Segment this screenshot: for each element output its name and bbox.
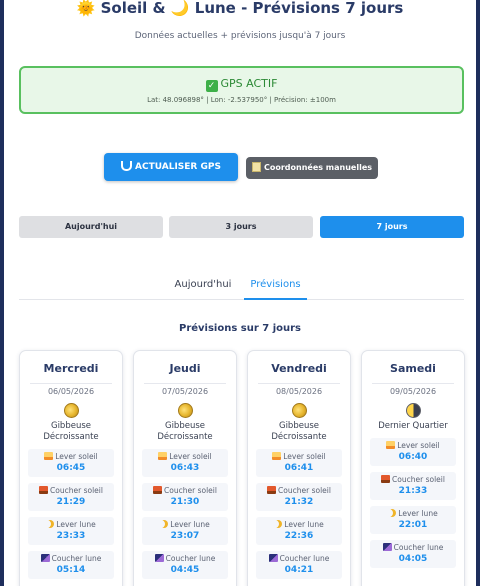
active-tab-indicator xyxy=(244,298,307,300)
moon-phase-icon xyxy=(63,403,79,418)
card-date: 09/05/2026 xyxy=(389,387,437,396)
moonrise-stat: Lever lune 22:01 xyxy=(370,506,456,534)
moonset-value: 04:21 xyxy=(284,565,314,575)
sunset-icon xyxy=(381,475,391,483)
title-part-2: Lune - Prévisions 7 jours xyxy=(194,0,404,17)
forecast-title: Prévisions sur 7 jours xyxy=(178,323,302,334)
card-date: 08/05/2026 xyxy=(275,387,323,396)
sunrise-value: 06:40 xyxy=(398,452,428,462)
moonset-stat: Coucher lune 04:05 xyxy=(370,540,456,568)
card-day: Samedi xyxy=(390,362,436,375)
sunrise-stat: Lever soleil 06:41 xyxy=(256,449,342,477)
sunset-icon xyxy=(39,486,49,494)
refresh-icon xyxy=(121,161,133,171)
card-date: 07/05/2026 xyxy=(161,387,209,396)
forecast-card: Vendredi 08/05/2026 Gibbeuse Décroissante… xyxy=(247,350,351,586)
note-icon xyxy=(251,162,261,172)
sunset-icon xyxy=(153,486,163,494)
sunset-stat: Coucher soleil 21:30 xyxy=(142,483,228,511)
page-title: 🌞 Soleil & 🌙 Lune - Prévisions 7 jours xyxy=(4,0,476,16)
sunset-stat: Coucher soleil 21:29 xyxy=(28,483,114,511)
moonset-icon xyxy=(40,554,50,562)
moonset-value: 04:05 xyxy=(398,554,428,564)
card-day: Jeudi xyxy=(169,362,201,375)
moonset-icon xyxy=(268,554,278,562)
sunset-stat: Coucher soleil 21:33 xyxy=(370,472,456,500)
tab-today[interactable]: Aujourd'hui xyxy=(168,278,238,292)
forecast-card: Mercredi 06/05/2026 Gibbeuse Décroissante… xyxy=(19,350,123,586)
manual-coordinates-button[interactable]: Coordonnées manuelles xyxy=(246,157,378,179)
title-part-1: Soleil & xyxy=(100,0,166,17)
moonrise-icon xyxy=(160,520,168,528)
card-day: Mercredi xyxy=(43,362,99,375)
moonset-stat: Coucher lune 04:45 xyxy=(142,551,228,579)
app-page: 🌞 Soleil & 🌙 Lune - Prévisions 7 jours D… xyxy=(4,0,476,586)
sunrise-value: 06:45 xyxy=(56,463,86,473)
moon-phase-label: Gibbeuse Décroissante xyxy=(157,421,213,442)
moon-phase-icon xyxy=(291,403,307,418)
moonset-stat: Coucher lune 04:21 xyxy=(256,551,342,579)
divider xyxy=(258,383,340,384)
moonrise-icon xyxy=(46,520,54,528)
sunset-value: 21:33 xyxy=(398,486,428,496)
sunrise-icon xyxy=(158,452,168,460)
range-7-days-button[interactable]: 7 jours xyxy=(320,216,464,238)
sunrise-stat: Lever soleil 06:43 xyxy=(142,449,228,477)
moonset-value: 05:14 xyxy=(56,565,86,575)
moonset-stat: Coucher lune 05:14 xyxy=(28,551,114,579)
sunset-value: 21:29 xyxy=(56,497,86,507)
gps-status-panel: ✓ GPS ACTIF Lat: 48.096898° | Lon: -2.537… xyxy=(19,66,464,114)
sun-icon: 🌞 xyxy=(76,0,96,17)
sunset-value: 21:30 xyxy=(170,497,200,507)
range-today-button[interactable]: Aujourd'hui xyxy=(19,216,163,238)
sunset-icon xyxy=(267,486,277,494)
moonset-icon xyxy=(154,554,164,562)
sunrise-icon xyxy=(44,452,54,460)
moonrise-value: 22:01 xyxy=(398,520,428,530)
moonrise-stat: Lever lune 23:07 xyxy=(142,517,228,545)
range-3-days-button[interactable]: 3 jours xyxy=(169,216,313,238)
moonrise-stat: Lever lune 23:33 xyxy=(28,517,114,545)
moonset-value: 04:45 xyxy=(170,565,200,575)
sunset-value: 21:32 xyxy=(284,497,314,507)
gps-coordinates: Lat: 48.096898° | Lon: -2.537950° | Préc… xyxy=(147,96,336,104)
card-day: Vendredi xyxy=(271,362,327,375)
moon-icon: 🌙 xyxy=(170,0,190,17)
moon-phase-label: Dernier Quartier xyxy=(378,421,448,431)
moonrise-icon xyxy=(274,520,282,528)
forecast-card: Jeudi 07/05/2026 Gibbeuse Décroissante Le… xyxy=(133,350,237,586)
moonrise-value: 23:33 xyxy=(56,531,86,541)
gps-status-text: GPS ACTIF xyxy=(220,77,278,90)
forecast-card: Samedi 09/05/2026 Dernier Quartier Lever… xyxy=(361,350,465,586)
refresh-gps-button[interactable]: ACTUALISER GPS xyxy=(104,153,238,181)
check-icon: ✓ xyxy=(205,80,218,92)
moonrise-value: 23:07 xyxy=(170,531,200,541)
sunrise-stat: Lever soleil 06:40 xyxy=(370,438,456,466)
moon-phase-label: Gibbeuse Décroissante xyxy=(43,421,99,442)
page-subtitle: Données actuelles + prévisions jusqu'à 7… xyxy=(134,31,346,41)
moon-phase-icon xyxy=(177,403,193,418)
tab-forecast[interactable]: Prévisions xyxy=(244,278,307,292)
sunrise-value: 06:43 xyxy=(170,463,200,473)
divider xyxy=(372,383,454,384)
sunset-stat: Coucher soleil 21:32 xyxy=(256,483,342,511)
sunrise-icon xyxy=(272,452,282,460)
moonrise-icon xyxy=(388,509,396,517)
sunrise-stat: Lever soleil 06:45 xyxy=(28,449,114,477)
divider xyxy=(30,383,112,384)
tab-divider xyxy=(19,299,464,300)
divider xyxy=(144,383,226,384)
sunrise-value: 06:41 xyxy=(284,463,314,473)
sunrise-icon xyxy=(386,441,396,449)
moon-phase-label: Gibbeuse Décroissante xyxy=(271,421,327,442)
card-date: 06/05/2026 xyxy=(47,387,95,396)
moonrise-value: 22:36 xyxy=(284,531,314,541)
moonrise-stat: Lever lune 22:36 xyxy=(256,517,342,545)
moon-phase-icon xyxy=(405,403,421,418)
moonset-icon xyxy=(382,543,392,551)
